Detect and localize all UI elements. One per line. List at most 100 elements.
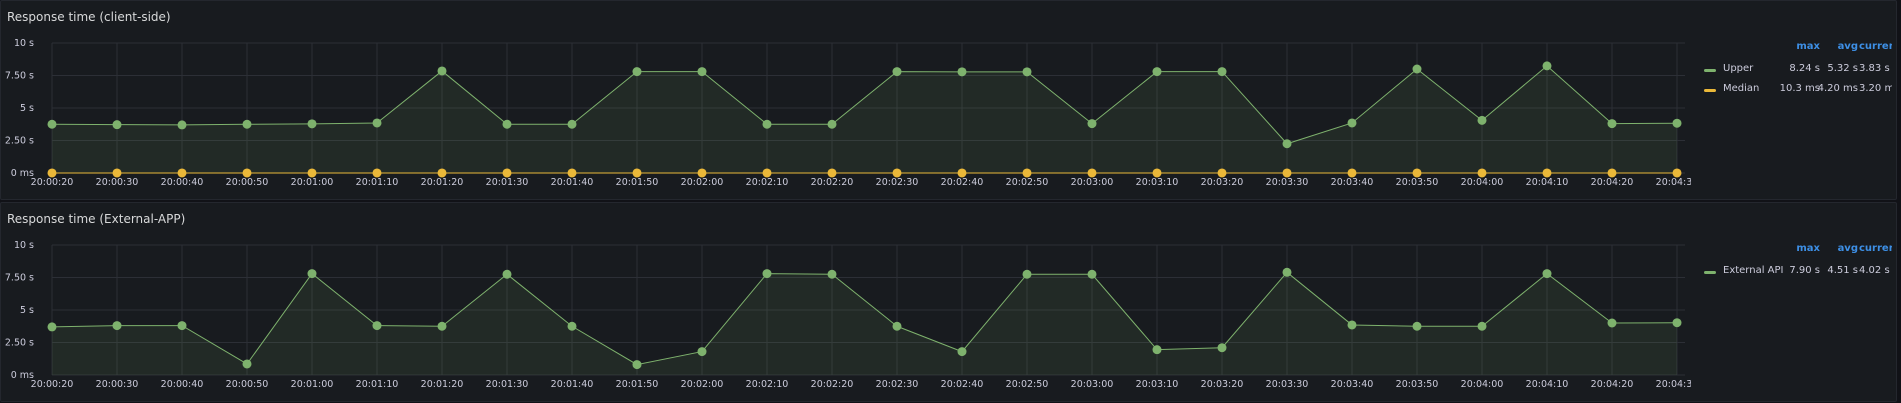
data-point-external-api xyxy=(47,322,57,332)
x-tick-label: 20:02:10 xyxy=(746,177,789,188)
data-point-upper xyxy=(502,119,512,129)
legend-swatch xyxy=(1704,89,1716,92)
data-point-median xyxy=(892,168,902,178)
data-point-external-api xyxy=(112,321,122,331)
data-point-upper xyxy=(892,67,902,77)
x-tick-label: 20:00:30 xyxy=(96,177,139,188)
x-tick-label: 20:01:00 xyxy=(291,177,334,188)
x-tick-label: 20:03:50 xyxy=(1396,177,1439,188)
x-tick-label: 20:01:50 xyxy=(616,177,659,188)
data-point-upper xyxy=(697,67,707,77)
x-tick-label: 20:02:20 xyxy=(811,379,854,390)
x-tick-label: 20:02:00 xyxy=(681,379,724,390)
data-point-external-api xyxy=(502,269,512,279)
x-tick-label: 20:01:50 xyxy=(616,379,659,390)
panel-external-app: Response time (External-APP) 0 ms 2.50 s5… xyxy=(0,202,1897,402)
data-point-upper xyxy=(1087,119,1097,129)
data-point-upper xyxy=(1022,67,1032,77)
legend-header-avg[interactable]: avg xyxy=(1810,243,1858,254)
x-tick-label: 20:01:30 xyxy=(486,177,529,188)
x-tick-label: 20:02:30 xyxy=(876,379,919,390)
data-point-median xyxy=(567,168,577,178)
data-point-median xyxy=(1607,168,1617,178)
x-tick-label: 20:01:10 xyxy=(356,379,399,390)
data-point-external-api xyxy=(307,269,317,279)
data-point-upper xyxy=(47,119,57,129)
data-point-upper xyxy=(1542,61,1552,71)
x-tick-label: 20:03:40 xyxy=(1331,379,1374,390)
x-tick-label: 20:02:20 xyxy=(811,177,854,188)
data-point-upper xyxy=(957,67,967,77)
legend-current: 3.20 ms xyxy=(1859,83,1892,94)
data-point-external-api xyxy=(697,347,707,357)
legend-series-name[interactable]: Median xyxy=(1723,83,1759,94)
data-point-median xyxy=(47,168,57,178)
legend-row-external-api[interactable]: External API 7.90 s 4.51 s 4.02 s xyxy=(1696,263,1892,283)
data-point-upper xyxy=(1347,118,1357,128)
x-tick-label: 20:04:10 xyxy=(1526,177,1569,188)
x-tick-label: 20:02:00 xyxy=(681,177,724,188)
data-point-external-api xyxy=(632,360,642,370)
data-point-median xyxy=(762,168,772,178)
x-tick-label: 20:04:30 xyxy=(1656,379,1691,390)
legend-header-avg[interactable]: avg xyxy=(1810,41,1858,52)
y-tick-label: 10 s xyxy=(14,38,34,49)
data-point-median xyxy=(242,168,252,178)
legend-avg: 5.32 s xyxy=(1827,63,1858,74)
y-tick-label: 10 s xyxy=(14,240,34,251)
x-tick-label: 20:01:40 xyxy=(551,379,594,390)
legend-avg: 4.20 ms xyxy=(1817,83,1858,94)
legend-row-upper[interactable]: Upper 8.24 s 5.32 s 3.83 s xyxy=(1696,61,1892,81)
data-point-upper xyxy=(567,119,577,129)
x-tick-label: 20:01:10 xyxy=(356,177,399,188)
x-tick-label: 20:02:40 xyxy=(941,177,984,188)
data-point-external-api xyxy=(1607,318,1617,328)
data-point-external-api xyxy=(177,321,187,331)
data-point-median xyxy=(1022,168,1032,178)
data-point-median xyxy=(1347,168,1357,178)
x-tick-label: 20:01:30 xyxy=(486,379,529,390)
data-point-external-api xyxy=(1152,345,1162,355)
data-point-median xyxy=(372,168,382,178)
y-tick-label: 2.50 s xyxy=(5,136,34,147)
data-point-external-api xyxy=(827,269,837,279)
data-point-median xyxy=(697,168,707,178)
data-point-median xyxy=(1152,168,1162,178)
data-point-upper xyxy=(1477,115,1487,125)
x-tick-label: 20:00:30 xyxy=(96,379,139,390)
data-point-upper xyxy=(1607,119,1617,129)
data-point-external-api xyxy=(567,321,577,331)
x-tick-label: 20:04:00 xyxy=(1461,379,1504,390)
x-tick-label: 20:04:20 xyxy=(1591,379,1634,390)
data-point-median xyxy=(1087,168,1097,178)
x-tick-label: 20:04:20 xyxy=(1591,177,1634,188)
x-tick-label: 20:01:00 xyxy=(291,379,334,390)
x-tick-label: 20:03:00 xyxy=(1071,379,1114,390)
legend-header-current[interactable]: current xyxy=(1859,41,1892,52)
y-tick-label: 7.50 s xyxy=(5,273,34,284)
data-point-median xyxy=(827,168,837,178)
data-point-median xyxy=(502,168,512,178)
data-point-median xyxy=(437,168,447,178)
x-tick-label: 20:03:00 xyxy=(1071,177,1114,188)
panel-client-side: Response time (client-side) 0 ms 2.50 s5 … xyxy=(0,0,1897,200)
data-point-external-api xyxy=(762,269,772,279)
data-point-median xyxy=(112,168,122,178)
data-point-external-api xyxy=(1022,269,1032,279)
data-point-median xyxy=(177,168,187,178)
x-tick-label: 20:03:10 xyxy=(1136,379,1179,390)
legend-header-current[interactable]: current xyxy=(1859,243,1892,254)
data-point-upper xyxy=(1672,118,1682,128)
legend-row-median[interactable]: Median 10.3 ms 4.20 ms 3.20 ms xyxy=(1696,81,1892,101)
x-tick-label: 20:04:30 xyxy=(1656,177,1691,188)
legend-series-name[interactable]: Upper xyxy=(1723,63,1753,74)
data-point-median xyxy=(307,168,317,178)
data-point-median xyxy=(1412,168,1422,178)
legend-table: max avg current Upper 8.24 s 5.32 s 3.83… xyxy=(1696,41,1892,191)
chart-external-app: 0 ms2.50 s5 s7.50 s10 s20:00:20 20:00:30 2… xyxy=(5,240,1691,390)
legend-swatch xyxy=(1704,69,1716,72)
data-point-median xyxy=(632,168,642,178)
y-tick-label: 2.50 s xyxy=(5,338,34,349)
x-tick-label: 20:03:30 xyxy=(1266,379,1309,390)
x-tick-label: 20:00:20 xyxy=(31,379,74,390)
